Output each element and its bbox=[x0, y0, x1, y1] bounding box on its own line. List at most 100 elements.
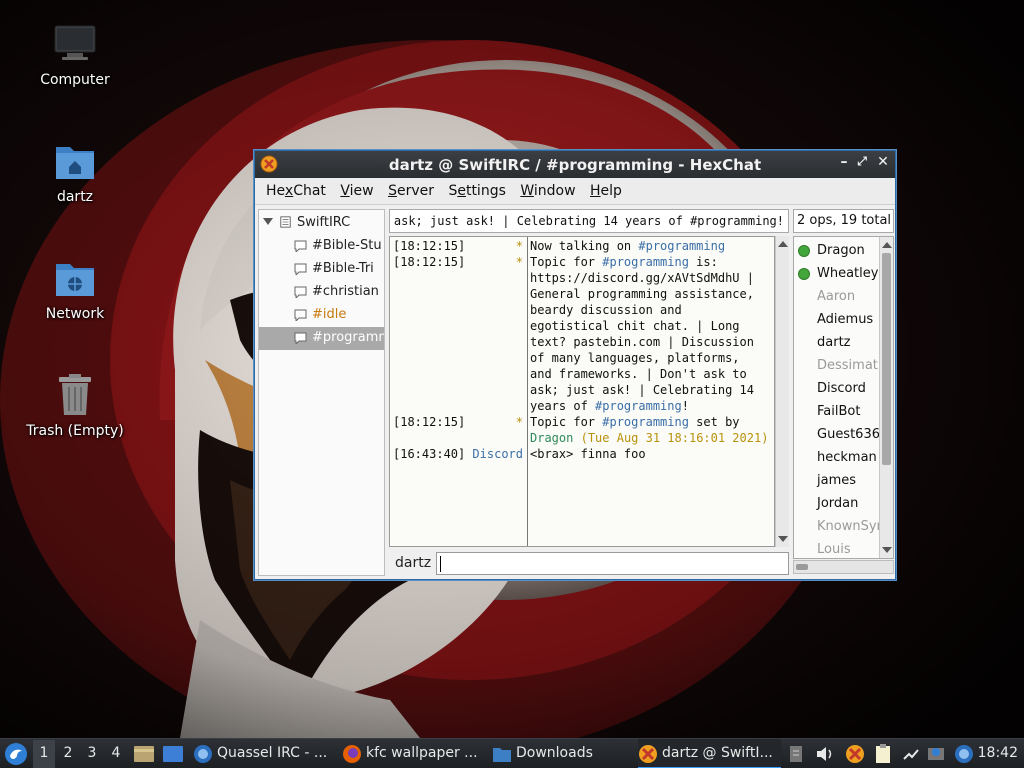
menu-window[interactable]: Window bbox=[515, 178, 580, 205]
chat-nick[interactable]: Discord bbox=[472, 446, 523, 462]
task-quassel[interactable]: Quassel IRC - ... bbox=[193, 739, 333, 768]
msg-line: ask; just ask! | Celebrating 14 bbox=[530, 383, 754, 397]
tree-channel-label: #Bible-Stu bbox=[312, 238, 382, 253]
start-menu-icon[interactable] bbox=[4, 742, 28, 766]
task-firefox[interactable]: kfc wallpaper ... bbox=[342, 739, 484, 768]
desktop-icon-label: Trash (Empty) bbox=[26, 423, 124, 439]
computer-icon bbox=[53, 22, 97, 66]
msg-line: egotistical chit chat. | Long bbox=[530, 319, 740, 333]
minimize-icon[interactable]: – bbox=[835, 154, 853, 174]
channel-icon bbox=[294, 309, 307, 321]
scrollbar-thumb[interactable] bbox=[882, 253, 891, 465]
desktop-icon-label: Computer bbox=[40, 72, 110, 88]
chat-nick: * bbox=[515, 255, 523, 269]
folder-icon bbox=[493, 748, 511, 762]
tree-channel[interactable]: #Bible-Tri bbox=[259, 258, 384, 281]
volume-icon[interactable] bbox=[815, 745, 835, 763]
server-icon bbox=[280, 216, 291, 228]
notes-icon[interactable] bbox=[873, 744, 893, 764]
workspace-3[interactable]: 3 bbox=[81, 745, 103, 768]
file-manager-icon[interactable] bbox=[133, 744, 155, 764]
chat-nick: * bbox=[515, 239, 523, 253]
nick-separator[interactable] bbox=[527, 237, 528, 546]
scroll-down-icon[interactable] bbox=[778, 536, 788, 542]
task-hexchat[interactable]: dartz @ SwiftI... bbox=[638, 739, 781, 768]
chat-message: Now talking on #programming bbox=[530, 239, 726, 253]
network-tray-icon[interactable] bbox=[901, 745, 921, 763]
tree-channel-idle[interactable]: #idle bbox=[259, 304, 384, 327]
quassel-tray-icon[interactable] bbox=[954, 744, 974, 764]
text-caret bbox=[440, 556, 441, 572]
menu-hexchat[interactable]: HexChat bbox=[261, 178, 331, 205]
chat-scrollbar[interactable] bbox=[775, 236, 789, 547]
channel-tree[interactable]: SwiftIRC #Bible-Stu #Bible-Tri #christia… bbox=[258, 209, 385, 576]
timestamp: [18:12:15] bbox=[393, 415, 466, 429]
msg-line: https://discord.gg/xAVtSdMdhU | bbox=[530, 271, 754, 285]
timestamp: [18:12:15] bbox=[393, 255, 466, 269]
tree-channel-label: #idle bbox=[312, 307, 347, 322]
tree-channel-selected[interactable]: #programmi bbox=[259, 327, 384, 350]
hexchat-icon bbox=[639, 745, 657, 763]
desktop-icon-label: Network bbox=[45, 306, 105, 322]
msg-line: of many languages, platforms, bbox=[530, 351, 740, 365]
tree-channel[interactable]: #Bible-Stu bbox=[259, 235, 384, 258]
desktop-icon-home-folder[interactable]: dartz bbox=[15, 139, 135, 205]
clipboard-icon[interactable] bbox=[788, 744, 804, 764]
scroll-up-icon[interactable] bbox=[778, 241, 788, 247]
menu-server[interactable]: Server bbox=[383, 178, 439, 205]
network-folder-icon bbox=[53, 256, 97, 300]
msg-line: beardy discussion and bbox=[530, 303, 682, 317]
menu-settings[interactable]: Settings bbox=[443, 178, 510, 205]
userlist-scrollbar[interactable] bbox=[879, 237, 893, 558]
msg-line: and frameworks. | Don't ask to bbox=[530, 367, 747, 381]
scroll-down-icon[interactable] bbox=[882, 547, 892, 553]
channel-icon bbox=[294, 240, 307, 252]
close-icon[interactable]: ✕ bbox=[874, 154, 892, 174]
chat-message: Topic for #programming set by Dragon (Tu… bbox=[530, 415, 769, 445]
menu-view[interactable]: View bbox=[335, 178, 378, 205]
chat-log[interactable]: [18:12:15] * Now talking on #programming… bbox=[389, 236, 775, 547]
message-input[interactable] bbox=[436, 552, 789, 575]
tree-server-swiftirc[interactable]: SwiftIRC bbox=[259, 212, 384, 235]
userlist-hscrollbar[interactable] bbox=[793, 560, 894, 574]
workspace-4[interactable]: 4 bbox=[105, 745, 127, 768]
trash-icon bbox=[53, 373, 97, 417]
desktop-icon-network[interactable]: Network bbox=[15, 256, 135, 322]
menu-help[interactable]: Help bbox=[585, 178, 627, 205]
timestamp: [16:43:40] bbox=[393, 447, 466, 461]
window-title: dartz @ SwiftIRC / #programming - HexCha… bbox=[388, 156, 762, 174]
nickname-button[interactable]: dartz bbox=[389, 551, 435, 576]
show-desktop-icon[interactable] bbox=[162, 744, 184, 764]
clock[interactable]: 18:42 bbox=[978, 745, 1018, 761]
maximize-icon[interactable]: ⤢ bbox=[853, 154, 871, 174]
task-downloads[interactable]: Downloads bbox=[492, 739, 628, 768]
desktop-icon-trash[interactable]: Trash (Empty) bbox=[15, 373, 135, 439]
channel-icon bbox=[294, 286, 307, 298]
msg-line: text? pastebin.com | Discussion bbox=[530, 335, 754, 349]
desktop-icon-computer[interactable]: Computer bbox=[15, 22, 135, 88]
expand-arrow-icon[interactable] bbox=[263, 218, 273, 225]
hexchat-window[interactable]: dartz @ SwiftIRC / #programming - HexCha… bbox=[254, 150, 896, 580]
updates-icon[interactable] bbox=[926, 744, 946, 764]
desktop-icon-label: dartz bbox=[56, 189, 94, 205]
firefox-icon bbox=[343, 745, 361, 763]
msg-line: General programming assistance, bbox=[530, 287, 754, 301]
op-status-icon bbox=[798, 245, 810, 257]
scrollbar-thumb[interactable] bbox=[796, 564, 808, 570]
window-titlebar[interactable]: dartz @ SwiftIRC / #programming - HexCha… bbox=[255, 151, 895, 178]
chat-message: Topic for #programming is: https://disco… bbox=[530, 254, 770, 414]
tree-channel[interactable]: #christian bbox=[259, 281, 384, 304]
chat-nick: * bbox=[515, 415, 523, 429]
channel-icon bbox=[294, 263, 307, 275]
home-folder-icon bbox=[53, 139, 97, 183]
tree-channel-label: #christian bbox=[312, 284, 379, 299]
scroll-up-icon[interactable] bbox=[882, 242, 892, 248]
topic-bar[interactable]: o ask; just ask! | Celebrating 14 years … bbox=[389, 209, 789, 233]
chat-message: <brax> finna foo bbox=[530, 447, 646, 461]
workspace-1[interactable]: 1 bbox=[33, 740, 55, 768]
tree-channel-label: #Bible-Tri bbox=[312, 261, 374, 276]
workspace-2[interactable]: 2 bbox=[57, 745, 79, 768]
hexchat-tray-icon[interactable] bbox=[845, 744, 865, 764]
channel-icon bbox=[294, 332, 307, 344]
tree-server-label: SwiftIRC bbox=[297, 215, 351, 230]
